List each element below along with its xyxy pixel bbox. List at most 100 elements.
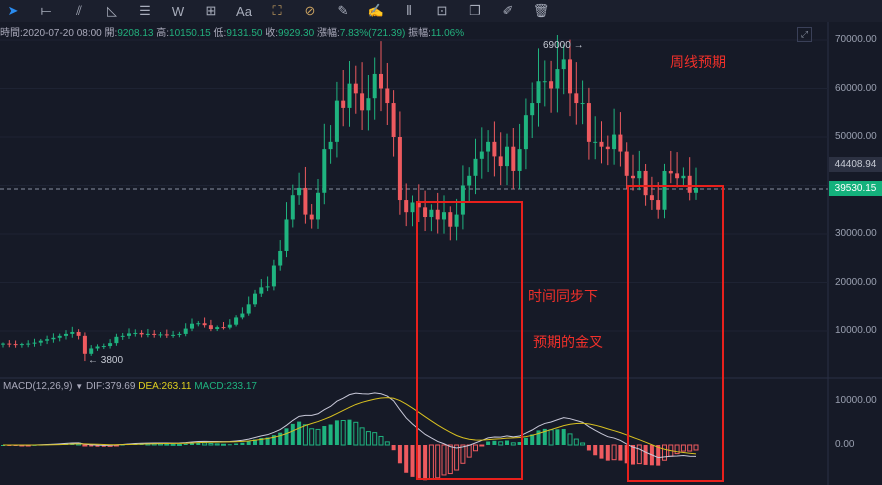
macd-dropdown-icon[interactable]: ▼: [75, 382, 83, 391]
price-axis-label: 30000.00: [835, 228, 877, 239]
candle-body: [542, 81, 547, 83]
macd-histogram-bar: [309, 428, 315, 446]
candle-body: [158, 334, 163, 336]
candle-body: [139, 332, 144, 335]
candle-body: [360, 93, 365, 111]
candle-body: [555, 69, 560, 89]
price-axis-label: 60000.00: [835, 82, 877, 94]
candle-body: [586, 103, 591, 142]
macd-histogram-bar: [397, 445, 402, 464]
candle-body: [152, 333, 157, 335]
macd-histogram-bar: [384, 441, 390, 446]
macd-dea: DEA:263.11: [138, 381, 192, 392]
candle-body: [309, 214, 314, 220]
macd-histogram-bar: [340, 419, 346, 446]
macd-histogram-bar: [605, 445, 610, 461]
candle-body: [612, 134, 617, 150]
candle-body: [234, 317, 239, 325]
candle-body: [341, 100, 346, 108]
candle-body: [145, 333, 150, 335]
macd-histogram-bar: [611, 444, 617, 461]
macd-histogram-bar: [523, 437, 528, 445]
candle-body: [397, 137, 402, 201]
fullscreen-icon[interactable]: ⤢: [797, 27, 812, 42]
candle-body: [561, 59, 566, 70]
price-axis-label: 50000.00: [835, 131, 877, 142]
candle-body: [530, 103, 535, 116]
annotation-weekly: 周线预期: [670, 54, 726, 70]
candle-body: [271, 265, 276, 287]
macd-histogram-bar: [302, 424, 308, 446]
macd-histogram-bar: [365, 431, 371, 446]
candle-body: [26, 343, 31, 345]
candle-body: [114, 336, 119, 344]
candle-body: [328, 141, 333, 150]
candle-body: [120, 335, 125, 337]
macd-histogram-bar: [227, 444, 232, 446]
macd-histogram-bar: [170, 443, 176, 446]
macd-histogram-bar: [208, 443, 214, 446]
candle-body: [479, 151, 484, 159]
candle-body: [284, 219, 289, 251]
candle-body: [303, 187, 308, 215]
candle-body: [215, 327, 220, 330]
candle-body: [101, 346, 106, 348]
macd-histogram-bar: [202, 442, 208, 446]
candle-body: [64, 333, 68, 336]
candle-body: [1, 343, 5, 345]
candle-body: [259, 287, 264, 294]
price-axis-label: 70000.00: [835, 34, 877, 45]
candle-body: [133, 332, 138, 334]
candle-body: [190, 323, 194, 329]
candle-body: [353, 83, 358, 94]
annotation-box-2: [627, 185, 724, 482]
candle-body: [372, 73, 377, 99]
candle-body: [171, 334, 176, 336]
candle-body: [82, 335, 87, 354]
candle-body: [95, 346, 100, 349]
candle-body: [89, 348, 94, 354]
candle-body: [45, 339, 50, 341]
candle-body: [404, 200, 409, 213]
candle-body: [297, 187, 302, 196]
macd-histogram-bar: [214, 443, 220, 446]
macd-histogram-bar: [234, 443, 239, 445]
macd-histogram-bar: [240, 442, 245, 445]
candle-body: [127, 333, 131, 336]
macd-histogram-bar: [278, 432, 283, 445]
macd-title[interactable]: MACD(12,26,9): [3, 381, 72, 392]
macd-histogram-bar: [297, 421, 302, 445]
candle-body: [505, 146, 509, 167]
candle-body: [492, 141, 497, 157]
candle-body: [164, 334, 169, 336]
candle-body: [316, 192, 320, 220]
macd-histogram-bar: [359, 427, 365, 446]
macd-histogram-bar: [246, 441, 251, 445]
candle-body: [467, 175, 472, 186]
macd-histogram-bar: [347, 419, 352, 445]
candle-body: [391, 103, 396, 137]
macd-histogram-bar: [353, 421, 359, 446]
candle-body: [246, 304, 251, 314]
candle-body: [379, 73, 383, 89]
candle-body: [410, 202, 415, 213]
macd-histogram-bar: [548, 429, 554, 446]
macd-histogram-bar: [322, 426, 327, 445]
last-price-tag: 39530.15: [829, 181, 882, 196]
candle-body: [637, 170, 642, 179]
candle-body: [624, 151, 629, 176]
candle-body: [568, 59, 572, 94]
macd-histogram-bar: [82, 444, 88, 447]
candle-body: [38, 340, 43, 343]
annotation-golden-cross: 预期的金叉: [533, 334, 603, 350]
candle-body: [347, 83, 352, 108]
macd-axis-label: 10000.00: [835, 395, 877, 406]
candle-body: [19, 344, 24, 346]
candle-body: [631, 175, 635, 179]
candle-body: [574, 93, 579, 104]
candle-body: [290, 195, 295, 220]
candle-body: [593, 141, 598, 143]
candle-body: [322, 149, 327, 193]
macd-histogram-bar: [391, 445, 396, 451]
candle-body: [605, 146, 610, 150]
